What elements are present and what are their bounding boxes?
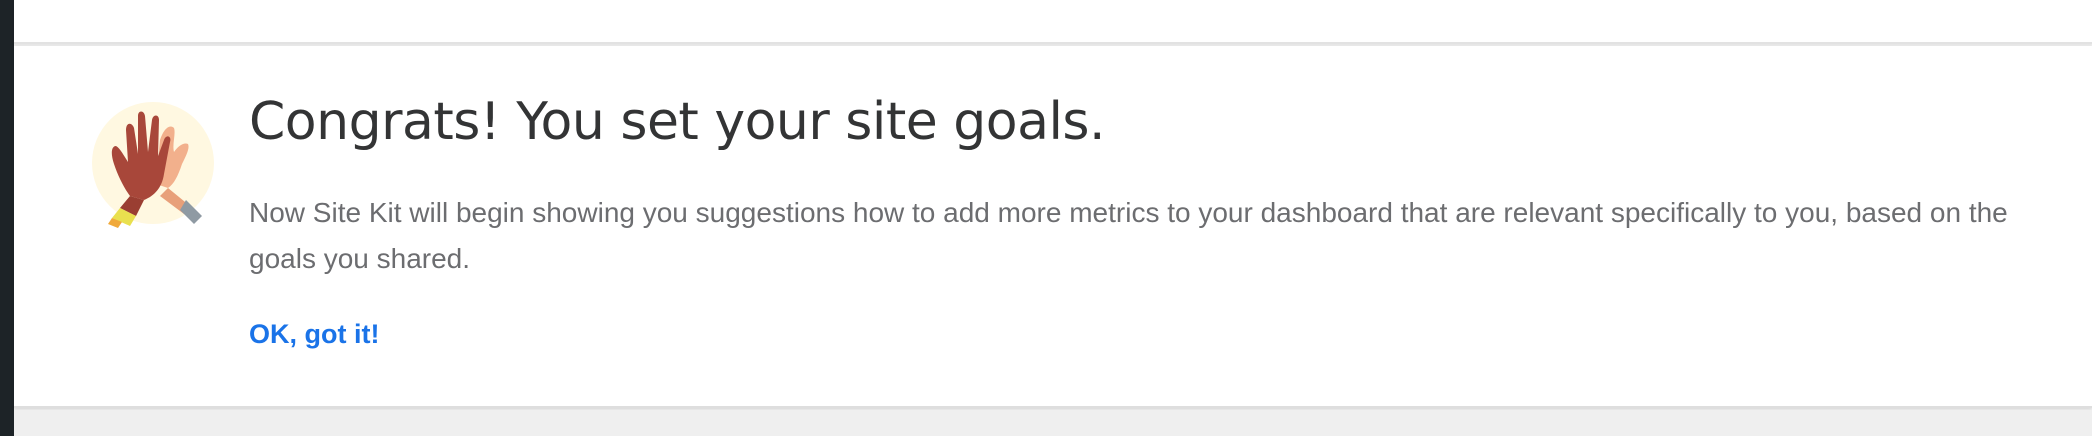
ok-got-it-button[interactable]: OK, got it!	[249, 316, 379, 352]
previous-card-bottom	[14, 0, 2092, 44]
site-goals-notice-card: Congrats! You set your site goals. Now S…	[14, 46, 2092, 408]
high-five-icon	[92, 102, 214, 228]
notice-title: Congrats! You set your site goals.	[249, 92, 1106, 152]
notice-description: Now Site Kit will begin showing you sugg…	[249, 197, 2008, 274]
page-background	[14, 410, 2092, 436]
admin-sidebar-edge	[0, 0, 14, 436]
